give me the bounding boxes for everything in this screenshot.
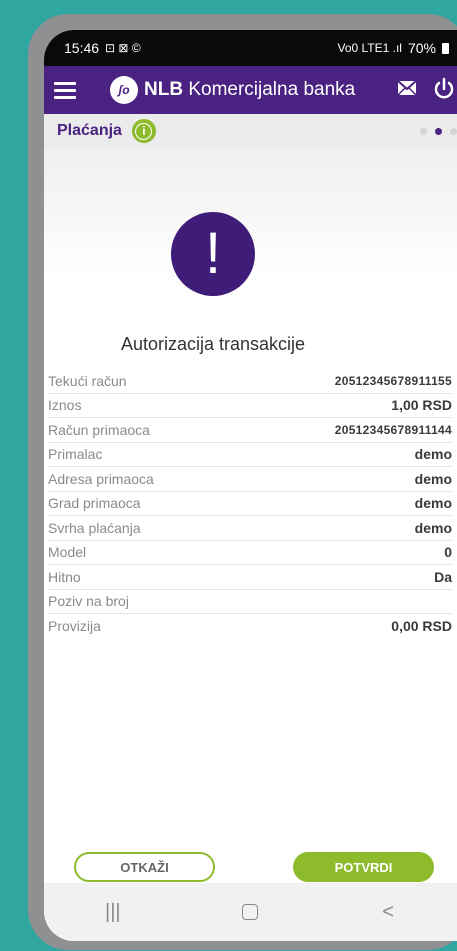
exclamation-icon: !: [171, 212, 255, 296]
detail-row: Poziv na broj: [48, 590, 452, 614]
home-icon: [242, 904, 259, 920]
content-area: ! Autorizacija transakcije Tekući račun 2…: [44, 148, 457, 883]
mail-icon[interactable]: [397, 80, 417, 96]
detail-label: Model: [48, 544, 87, 561]
detail-row: Model 0: [48, 541, 452, 565]
detail-label: Svrha plaćanja: [48, 519, 141, 536]
cancel-button[interactable]: OTKAŽI: [74, 852, 215, 882]
brand-name-bold: NLB: [144, 79, 184, 100]
status-bar: 15:46 ⊡ ⊠ © Vo0 LTE1 .ıl 70%: [44, 30, 457, 66]
transaction-details: Tekući račun 20512345678911155 Iznos 1,00 …: [48, 369, 452, 638]
detail-label: Tekući račun: [48, 372, 127, 389]
detail-value: 20512345678911144: [334, 422, 452, 437]
detail-row: Hitno Da: [48, 565, 452, 590]
detail-row: Račun primaoca 20512345678911144: [48, 418, 452, 443]
detail-label: Adresa primaoca: [48, 470, 154, 487]
signal-icon: Vo0 LTE1 .ıl: [337, 41, 402, 55]
brand-name: NLB Komercijalna banka: [144, 79, 355, 101]
detail-label: Primalac: [48, 446, 103, 463]
brand-name-rest: Komercijalna banka: [183, 79, 356, 100]
detail-row: Adresa primaoca demo: [48, 467, 452, 492]
detail-label: Grad primaoca: [48, 495, 141, 512]
detail-value: Da: [434, 568, 452, 585]
detail-row: Iznos 1,00 RSD: [48, 394, 452, 418]
detail-label: Poziv na broj: [48, 593, 129, 610]
page-dot: [450, 128, 457, 135]
authorization-title: Autorizacija transakcije: [120, 334, 306, 354]
hamburger-menu-icon[interactable]: [54, 78, 76, 103]
detail-row: Svrha plaćanja demo: [48, 516, 452, 541]
system-nav-bar: ||| <: [44, 883, 457, 941]
detail-label: Račun primaoca: [48, 421, 150, 438]
section-title: Plaćanja: [57, 122, 122, 139]
home-button[interactable]: [220, 904, 280, 920]
page-dot: [420, 128, 427, 135]
detail-value: 1,00 RSD: [391, 397, 452, 414]
detail-row: Provizija 0,00 RSD: [48, 614, 452, 638]
section-header: Plaćanja i: [44, 114, 457, 148]
detail-value: 0,00 RSD: [391, 617, 452, 634]
detail-label: Provizija: [48, 617, 101, 634]
phone-screen: 15:46 ⊡ ⊠ © Vo0 LTE1 .ıl 70% ʃo NLB Kome…: [44, 30, 457, 941]
status-time: 15:46: [64, 40, 100, 56]
info-icon-label: i: [135, 122, 153, 140]
detail-row: Primalac demo: [48, 443, 452, 467]
power-icon[interactable]: [433, 77, 455, 101]
app-bar: ʃo NLB Komercijalna banka: [44, 66, 457, 114]
detail-value: demo: [414, 446, 452, 463]
battery-icon: [442, 42, 449, 54]
detail-row: Grad primaoca demo: [48, 492, 452, 516]
battery-percentage: 70%: [407, 40, 436, 56]
detail-value: 0: [444, 544, 452, 561]
detail-value: demo: [414, 519, 452, 536]
recents-icon[interactable]: |||: [83, 901, 143, 924]
detail-value: demo: [414, 495, 452, 512]
detail-label: Iznos: [48, 397, 82, 414]
back-icon[interactable]: <: [358, 901, 418, 924]
detail-value: demo: [414, 470, 452, 487]
detail-value: 20512345678911155: [334, 373, 452, 388]
confirm-button[interactable]: POTVRDI: [293, 852, 434, 882]
detail-label: Hitno: [48, 568, 81, 585]
info-icon[interactable]: i: [131, 119, 156, 143]
detail-row: Tekući račun 20512345678911155: [48, 369, 452, 394]
notification-icons: ⊡ ⊠ ©: [105, 41, 141, 55]
bank-brand: ʃo NLB Komercijalna banka: [110, 76, 355, 104]
nlb-logo-icon: ʃo: [110, 76, 138, 104]
page-dot-active: [435, 128, 442, 135]
page-indicator: [420, 128, 457, 135]
